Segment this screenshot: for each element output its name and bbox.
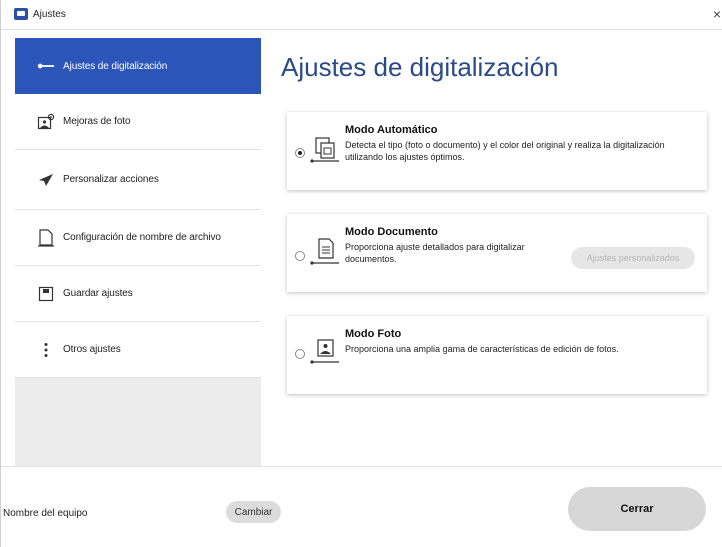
window-close-icon[interactable]: × [713, 6, 721, 22]
sidebar-item-file-name-settings[interactable]: Configuración de nombre de archivo [15, 210, 261, 266]
mode-card-document[interactable]: Modo Documento Proporciona ajuste detall… [287, 214, 707, 292]
app-icon [14, 8, 28, 20]
document-icon [37, 228, 55, 247]
footer-bar: Nombre del equipo Cambiar Cerrar [1, 466, 722, 547]
auto-mode-icon [309, 134, 343, 164]
close-button[interactable]: Cerrar [568, 487, 706, 531]
custom-settings-button[interactable]: Ajustes personalizados [571, 247, 695, 269]
mode-auto-radio[interactable] [295, 148, 305, 158]
sidebar-item-custom-actions[interactable]: Personalizar acciones [15, 150, 261, 210]
mode-description: Proporciona ajuste detallados para digit… [345, 242, 525, 264]
page-title: Ajustes de digitalización [281, 52, 559, 82]
sidebar-item-label: Guardar ajustes [63, 288, 133, 299]
sidebar-item-label: Mejoras de foto [63, 116, 131, 127]
sidebar-item-save-settings[interactable]: Guardar ajustes [15, 266, 261, 322]
change-device-button[interactable]: Cambiar [226, 501, 281, 523]
sidebar-item-label: Otros ajustes [63, 344, 121, 355]
title-bar: Ajustes × [1, 0, 722, 30]
sidebar-item-label: Configuración de nombre de archivo [63, 232, 221, 243]
mode-document-radio[interactable] [295, 251, 305, 261]
document-mode-icon [309, 236, 343, 266]
sidebar-item-label: Personalizar acciones [63, 174, 159, 185]
sidebar-item-label: Ajustes de digitalización [63, 60, 168, 72]
sidebar-item-other-settings[interactable]: Otros ajustes [15, 322, 261, 378]
mode-photo-radio[interactable] [295, 349, 305, 359]
more-vertical-icon [37, 341, 55, 359]
sidebar-item-photo-enhancements[interactable]: Mejoras de foto [15, 94, 261, 150]
sidebar: Ajustes de digitalización Mejoras de fot… [15, 38, 261, 466]
window-title: Ajustes [33, 9, 66, 20]
photo-mode-icon [309, 336, 343, 366]
send-icon [37, 171, 55, 189]
device-name-label: Nombre del equipo [3, 508, 88, 519]
mode-title: Modo Documento [345, 226, 438, 238]
settings-window: Ajustes × Ajustes de digitalización Mejo… [0, 0, 722, 547]
mode-description: Proporciona una amplia gama de caracterí… [345, 344, 619, 354]
save-icon [37, 285, 55, 303]
scan-settings-icon [37, 57, 55, 75]
mode-description: Detecta el tipo (foto o documento) y el … [345, 140, 665, 162]
mode-title: Modo Foto [345, 328, 402, 340]
sidebar-item-scan-settings[interactable]: Ajustes de digitalización [15, 38, 261, 94]
mode-title: Modo Automático [345, 124, 438, 136]
mode-card-auto[interactable]: Modo Automático Detecta el tipo (foto o … [287, 112, 707, 190]
photo-enhance-icon [37, 113, 55, 131]
mode-card-photo[interactable]: Modo Foto Proporciona una amplia gama de… [287, 316, 707, 394]
